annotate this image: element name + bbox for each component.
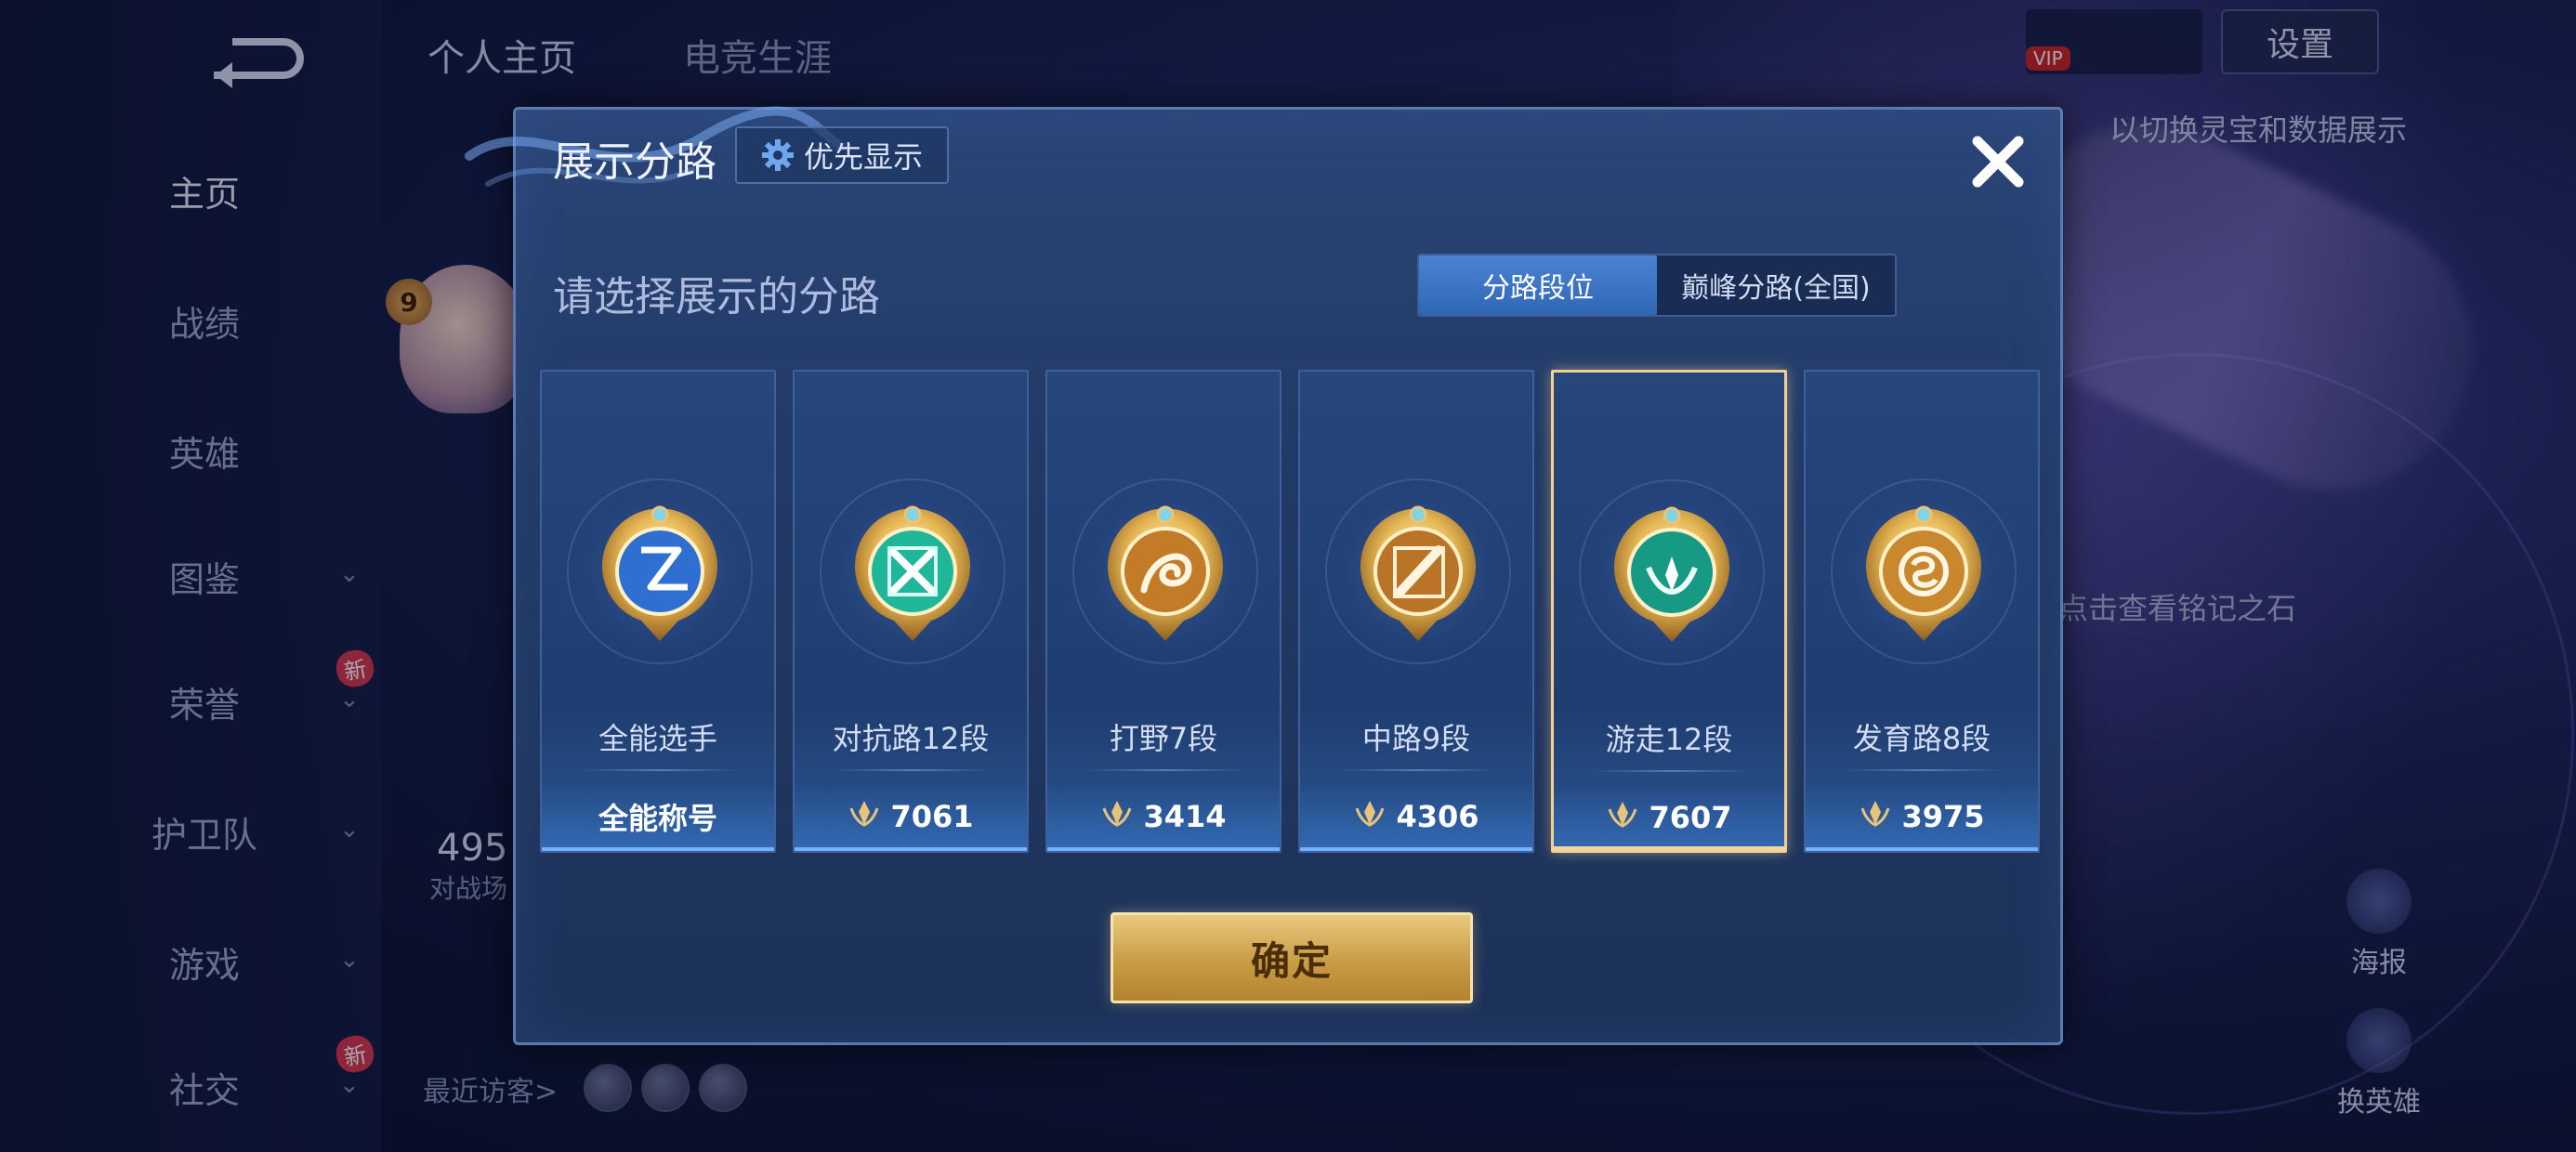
lane-card-value: 3414: [1143, 799, 1227, 834]
card-bottom-glow: [1047, 847, 1280, 851]
lane-card[interactable]: 发育路8段 3975: [1804, 370, 2040, 853]
lane-card-name: 中路9段: [1361, 721, 1471, 756]
lane-card-name: 游走12段: [1605, 722, 1733, 757]
divider: [1337, 769, 1499, 771]
lane-card-value: 3975: [1901, 799, 1985, 834]
card-bottom-glow: [1806, 847, 2038, 851]
dialog-title: 展示分路: [553, 138, 716, 186]
farm-lane-emblem-icon: [1854, 502, 1993, 650]
lane-card-value: 7061: [890, 799, 974, 834]
divider: [1084, 769, 1246, 771]
tab-peak-lane-national[interactable]: 巅峰分路(全国): [1657, 255, 1895, 315]
clash-lane-emblem-icon: [843, 502, 982, 650]
lane-card-value-row: 3975: [1806, 782, 2038, 851]
divider: [832, 769, 993, 771]
confirm-button[interactable]: 确定: [1111, 912, 1473, 1003]
priority-display-button[interactable]: 优先显示: [735, 126, 949, 184]
gear-icon: [761, 139, 794, 171]
lane-card-list: 全能选手 全能称号 对抗路12段 7061 打野7段 3414 中路9段 430…: [540, 370, 2045, 853]
lane-card-name: 对抗路12段: [832, 721, 990, 756]
lane-mode-tabs: 分路段位 巅峰分路(全国): [1417, 254, 1897, 317]
lane-card-name: 全能选手: [598, 721, 717, 756]
lane-card-value-row: 4306: [1300, 782, 1532, 851]
priority-display-label: 优先显示: [803, 139, 923, 175]
lane-card-value-row: 7061: [795, 782, 1027, 851]
lane-card-value: 7607: [1649, 800, 1732, 835]
divider: [579, 769, 741, 771]
lane-card-value-row: 全能称号: [542, 782, 774, 851]
lane-card-value-row: 3414: [1047, 782, 1280, 851]
lane-card-value: 4306: [1396, 799, 1479, 834]
all-round-emblem-icon: [590, 502, 729, 650]
card-bottom-glow: [795, 847, 1027, 851]
lane-card[interactable]: 游走12段 7607: [1551, 370, 1787, 853]
lane-card[interactable]: 打野7段 3414: [1045, 370, 1281, 853]
rank-points-icon: [1353, 799, 1387, 834]
lane-card-name: 发育路8段: [1852, 721, 1991, 756]
lane-card-value: 全能称号: [598, 801, 717, 836]
lane-display-dialog: 展示分路 优先显示 请选择展示的分路 分路段位 巅峰分路(全国) 全能选手 全能…: [465, 106, 2063, 1045]
card-bottom-glow: [1300, 847, 1532, 851]
rank-points-icon: [1100, 799, 1134, 834]
rank-points-icon: [1606, 800, 1639, 835]
jungle-emblem-icon: [1096, 502, 1235, 650]
card-bottom-glow: [1554, 846, 1784, 850]
roam-emblem-icon: [1602, 503, 1741, 651]
divider: [1843, 769, 2004, 771]
divider: [1591, 770, 1753, 772]
lane-card-value-row: 7607: [1554, 783, 1784, 850]
card-bottom-glow: [542, 847, 774, 851]
tab-lane-rank[interactable]: 分路段位: [1419, 255, 1657, 315]
close-button[interactable]: [1961, 124, 2035, 199]
rank-points-icon: [848, 799, 881, 834]
mid-lane-emblem-icon: [1348, 502, 1488, 650]
close-icon: [1972, 136, 2024, 188]
lane-card-name: 打野7段: [1109, 721, 1218, 756]
rank-points-icon: [1859, 799, 1892, 834]
lane-card[interactable]: 中路9段 4306: [1298, 370, 1534, 853]
dialog-subtitle: 请选择展示的分路: [553, 273, 880, 321]
lane-card[interactable]: 全能选手 全能称号: [540, 370, 776, 853]
lane-card[interactable]: 对抗路12段 7061: [793, 370, 1029, 853]
